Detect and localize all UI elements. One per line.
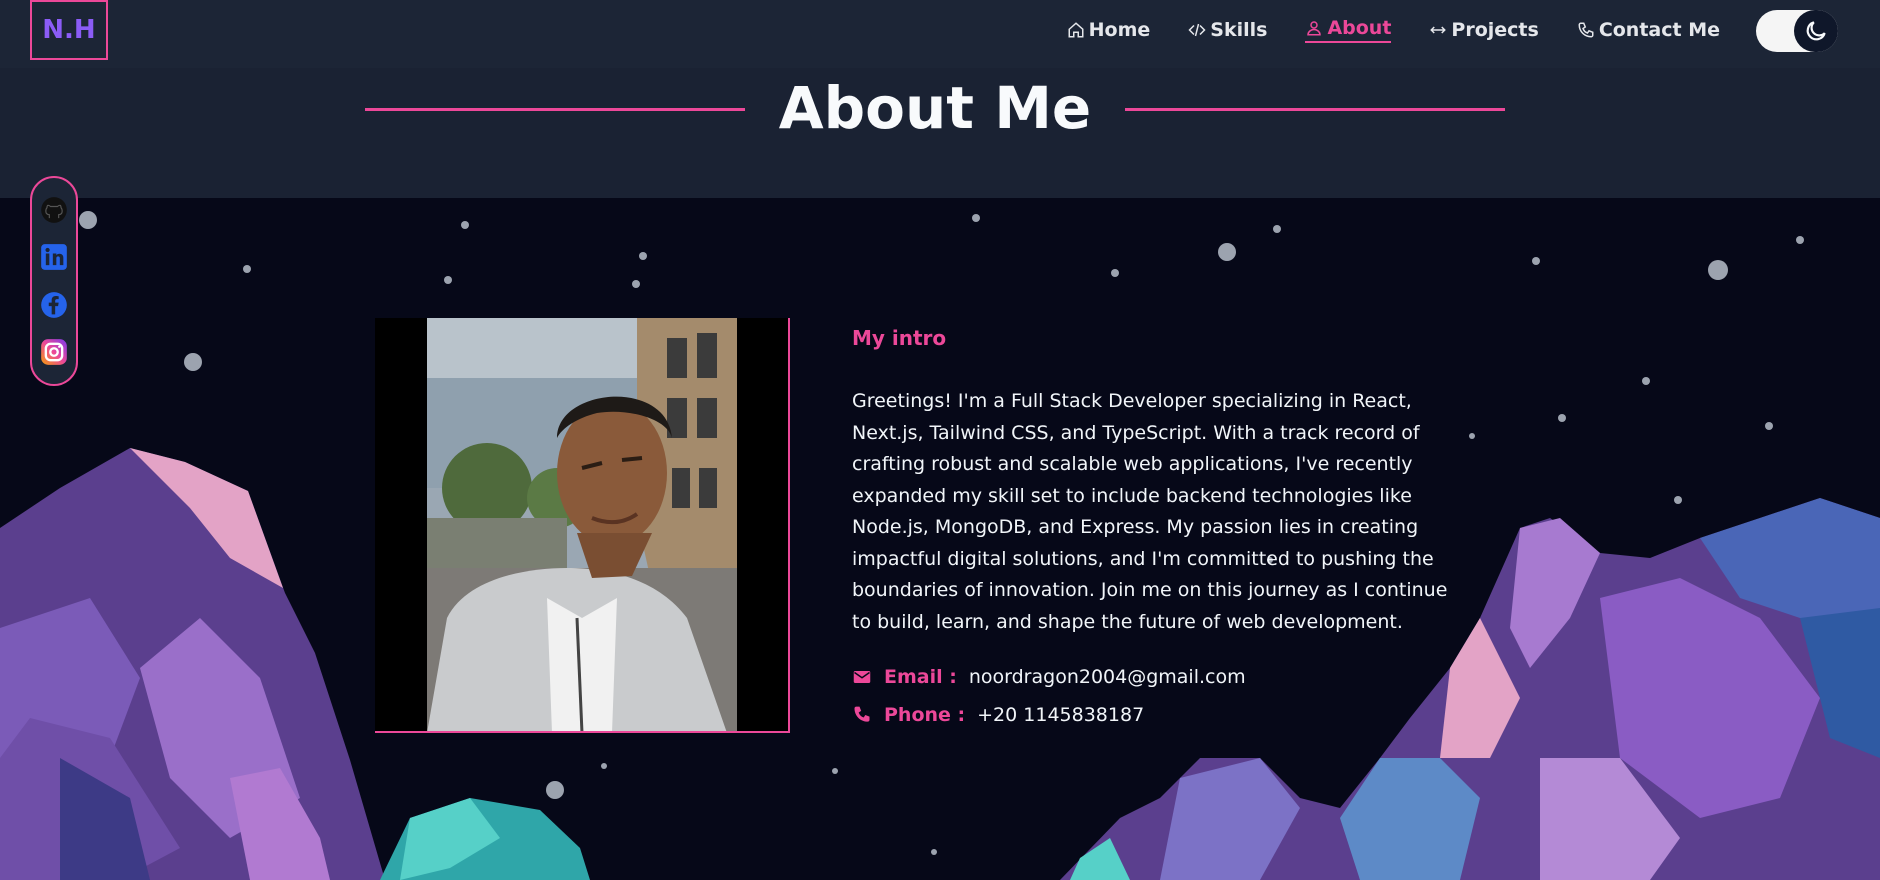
- nav-home[interactable]: Home: [1067, 19, 1151, 41]
- facebook-icon[interactable]: [40, 291, 68, 319]
- profile-photo: [427, 318, 737, 731]
- phone-row: Phone : +20 1145838187: [852, 704, 1144, 726]
- nav-projects-label: Projects: [1451, 19, 1539, 41]
- navbar: N.H Home Skills About Projects Contact M…: [0, 0, 1880, 68]
- nav-links: Home Skills About Projects Contact Me: [1067, 0, 1720, 60]
- phone-label: Phone :: [884, 704, 966, 726]
- moon-icon: [1806, 21, 1826, 41]
- toggle-knob: [1794, 10, 1838, 52]
- nav-home-label: Home: [1088, 19, 1151, 41]
- home-icon: [1068, 22, 1084, 38]
- nav-contact-label: Contact Me: [1598, 19, 1720, 41]
- phone-icon: [852, 705, 872, 725]
- nav-projects[interactable]: Projects: [1429, 19, 1539, 41]
- nav-about[interactable]: About: [1305, 17, 1392, 43]
- email-label: Email :: [884, 666, 957, 688]
- nav-about-label: About: [1327, 17, 1392, 39]
- logo[interactable]: N.H: [30, 0, 108, 60]
- title-divider-right: [1125, 108, 1505, 111]
- instagram-icon[interactable]: [40, 338, 68, 366]
- linkedin-icon[interactable]: [40, 243, 68, 271]
- envelope-icon: [852, 667, 872, 687]
- theme-toggle[interactable]: [1756, 10, 1838, 52]
- phone-icon: [1578, 22, 1594, 38]
- nav-skills-label: Skills: [1210, 19, 1268, 41]
- github-icon[interactable]: [40, 196, 68, 224]
- intro-label: My intro: [852, 326, 947, 350]
- page-title: About Me: [778, 74, 1092, 142]
- profile-photo-frame: [375, 318, 790, 733]
- nav-contact[interactable]: Contact Me: [1577, 19, 1720, 41]
- phone-value[interactable]: +20 1145838187: [977, 704, 1144, 726]
- email-value[interactable]: noordragon2004@gmail.com: [969, 666, 1246, 688]
- section-header: About Me: [0, 68, 1880, 198]
- email-row: Email : noordragon2004@gmail.com: [852, 666, 1246, 688]
- social-sidebar: [30, 176, 78, 386]
- arrows-icon: [1430, 26, 1447, 34]
- intro-paragraph: Greetings! I'm a Full Stack Developer sp…: [852, 390, 1448, 633]
- code-icon: [1188, 23, 1206, 37]
- nav-skills[interactable]: Skills: [1188, 19, 1267, 41]
- user-icon: [1307, 21, 1322, 36]
